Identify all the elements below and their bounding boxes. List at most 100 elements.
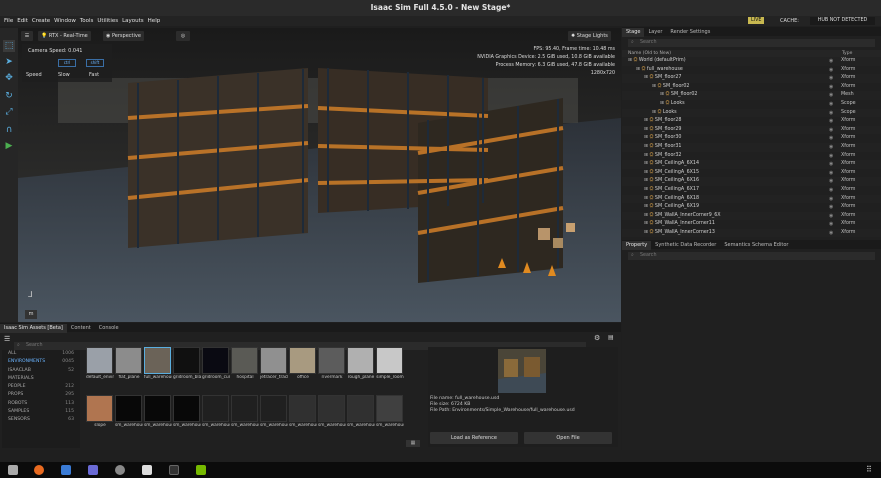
app-store-icon[interactable] [61,465,71,475]
visibility-eye-icon[interactable]: ◉ [829,203,833,212]
expand-toggle-icon[interactable]: ⊞ [622,127,650,132]
stage-row[interactable]: ⊞ ⛭ SM_WallA_InnerCorner11 ◉ Xform [622,220,881,229]
move-tool-icon[interactable]: ✥ [3,72,15,84]
expand-toggle-icon[interactable]: ⊞ [622,110,658,115]
stage-search-input[interactable]: ⌕ Search [628,39,875,47]
menu-window[interactable]: Window [54,16,76,26]
expand-toggle-icon[interactable]: ⊞ [622,230,650,235]
text-editor-icon[interactable] [142,465,152,475]
property-search-input[interactable]: ⌕ Search [628,252,875,260]
app-grid-icon[interactable]: ⠿ [866,465,876,475]
asset-tile[interactable]: sm_warehouse...0_01 [376,395,404,434]
menu-create[interactable]: Create [32,16,50,26]
visibility-eye-icon[interactable]: ◉ [829,117,833,126]
stage-row[interactable]: ⊞ ⛭ SM_floor02 ◉ Xform [622,83,881,92]
expand-toggle-icon[interactable]: ⊞ [622,153,650,158]
tab-content[interactable]: Content [67,324,95,333]
stage-row[interactable]: ⊞ ⛭ Looks ◉ Scope [622,100,881,109]
files-icon[interactable] [8,465,18,475]
asset-tile[interactable]: sm_warehouse...r_01 [202,395,230,434]
fast-key[interactable]: shift [86,59,104,67]
visibility-eye-icon[interactable]: ◉ [829,160,833,169]
snap-tool-icon[interactable]: ∩ [3,124,15,136]
visibility-eye-icon[interactable]: ◉ [829,212,833,221]
asset-tile[interactable]: flat_plane [115,347,143,386]
settings-gear-icon[interactable]: ⚙ [594,334,602,342]
category-item[interactable]: MATERIALS [2,375,80,383]
visibility-eye-icon[interactable]: ◉ [829,57,833,66]
expand-toggle-icon[interactable]: ⊞ [622,92,666,97]
expand-toggle-icon[interactable]: ⊞ [622,118,650,123]
menu-file[interactable]: File [4,16,13,26]
asset-tile[interactable]: slope [86,395,114,434]
stage-row[interactable]: ⊞ ⛭ SM_CeilingA_6X18 ◉ Xform [622,194,881,204]
expand-toggle-icon[interactable]: ⊞ [622,58,634,63]
category-item[interactable]: PEOPLE 212 [2,383,80,391]
stage-row[interactable]: ⊞ ⛭ SM_floor32 ◉ Xform [622,152,881,161]
asset-tile[interactable]: jetracer_track_solid [260,347,288,386]
asset-tile[interactable]: gridroom_black [173,347,201,386]
asset-tile[interactable]: rivermark [318,347,346,386]
stage-lights-button[interactable]: ✹ Stage Lights [568,31,611,41]
expand-toggle-icon[interactable]: ⊞ [622,161,650,166]
tab-console[interactable]: Console [95,324,123,333]
visibility-eye-icon[interactable]: ◉ [829,109,833,118]
load-as-reference-button[interactable]: Load as Reference [430,432,518,444]
stage-row[interactable]: ⊞ ⛭ SM_CeilingA_6X16 ◉ Xform [622,177,881,186]
menu-tools[interactable]: Tools [80,16,94,26]
expand-toggle-icon[interactable]: ⊞ [622,84,658,89]
tab-semantics-schema-editor[interactable]: Semantics Schema Editor [720,241,792,250]
tab-stage[interactable]: Stage [622,28,645,37]
menu-layouts[interactable]: Layouts [122,16,144,26]
category-item[interactable]: ROBOTS 113 [2,400,80,408]
asset-tile[interactable]: simple_room [376,347,404,386]
asset-menu-icon[interactable]: ☰ [4,335,12,344]
expand-toggle-icon[interactable]: ⊞ [622,75,650,80]
stage-row[interactable]: ⊞ ⛭ SM_floor02 ◉ Mesh [622,91,881,100]
stage-row[interactable]: ⊞ ⛭ SM_CeilingA_6X15 ◉ Xform [622,169,881,178]
stage-row[interactable]: ⊞ ⛭ SM_floor29 ◉ Xform [622,125,881,135]
stage-row[interactable]: ⊞ ⛭ SM_floor27 ◉ Xform [622,74,881,83]
visibility-eye-icon[interactable]: ◉ [829,134,833,143]
stage-row[interactable]: ⊞ ⛭ World (defaultPrim) ◉ Xform [622,57,881,66]
visibility-eye-icon[interactable]: ◉ [829,152,833,161]
visibility-eye-icon[interactable]: ◉ [829,186,833,195]
category-item[interactable]: ALL 1006 [2,350,80,358]
visibility-eye-icon[interactable]: ◉ [829,195,833,204]
camera-button[interactable]: ◉ Perspective [103,31,144,41]
grid-size-icon[interactable]: ▦ [406,440,420,447]
rotate-tool-icon[interactable]: ↻ [3,90,15,102]
category-item[interactable]: PROPS 295 [2,391,80,399]
isaac-sim-icon[interactable] [196,465,206,475]
visibility-eye-icon[interactable]: ◉ [829,126,833,135]
tab-property[interactable]: Property [622,241,652,250]
asset-tile[interactable]: sm_warehouse...4_01 [260,395,288,434]
asset-tile[interactable]: sm_warehouse...2_01 [144,395,172,434]
stage-row[interactable]: ⊞ ⛭ SM_CeilingA_6X17 ◉ Xform [622,186,881,195]
menu-edit[interactable]: Edit [17,16,28,26]
category-item[interactable]: SENSORS 63 [2,416,80,424]
expand-toggle-icon[interactable]: ⊞ [622,67,642,72]
visibility-eye-icon[interactable]: ◉ [829,83,833,92]
category-item[interactable]: SAMPLES 115 [2,408,80,416]
expand-toggle-icon[interactable]: ⊞ [622,213,650,218]
stage-row[interactable]: ⊞ ⛭ SM_floor28 ◉ Xform [622,117,881,126]
stage-row[interactable]: ⊞ ⛭ SM_floor30 ◉ Xform [622,134,881,143]
asset-tile[interactable]: full_warehouse [144,347,172,386]
expand-toggle-icon[interactable]: ⊞ [622,101,666,106]
asset-tile[interactable]: hospital [231,347,259,386]
visibility-eye-icon[interactable]: ◉ [829,229,833,238]
visibility-eye-icon[interactable]: ◉ [829,143,833,152]
stage-row[interactable]: ⊞ ⛭ SM_WallA_InnerCorner9_6X ◉ Xform [622,211,881,221]
category-item[interactable]: ENVIRONMENTS 0045 [2,358,80,366]
col-name[interactable]: Name (Old to New) [622,51,671,56]
tab-synthetic-data-recorder[interactable]: Synthetic Data Recorder [651,241,720,250]
visibility-eye-icon[interactable]: ◉ [829,177,833,186]
asset-tile[interactable]: sm_warehouse...r_01 [289,395,317,434]
asset-tile[interactable]: gridroom_curved [202,347,230,386]
asset-tile[interactable]: office [289,347,317,386]
expand-toggle-icon[interactable]: ⊞ [622,204,650,209]
expand-toggle-icon[interactable]: ⊞ [622,178,650,183]
viewport[interactable]: ☰ 💡 RTX - Real-Time ◉ Perspective ◎ ✹ St… [18,28,621,322]
menu-utilities[interactable]: Utilities [97,16,118,26]
